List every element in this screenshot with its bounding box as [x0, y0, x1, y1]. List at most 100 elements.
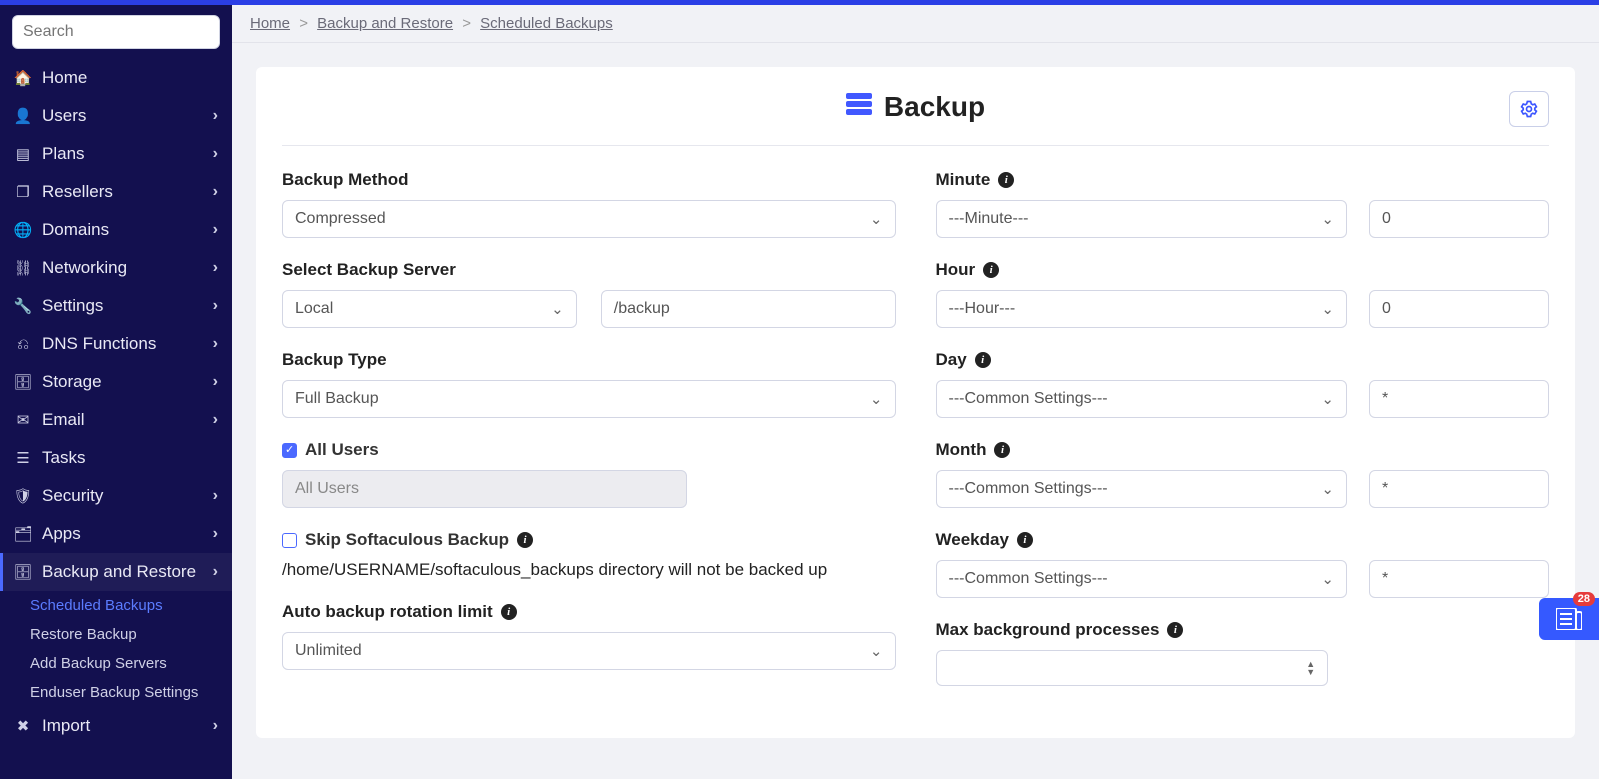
backup-server-label: Select Backup Server: [282, 260, 896, 280]
sidebar-item-apps[interactable]: 🗂 Apps ›: [0, 515, 232, 553]
info-icon[interactable]: i: [1167, 622, 1183, 638]
settings-button[interactable]: [1509, 91, 1549, 127]
select-value: Local: [295, 300, 333, 318]
sidebar-item-label: Home: [42, 68, 218, 88]
hour-input[interactable]: 0: [1369, 290, 1549, 328]
info-icon[interactable]: i: [983, 262, 999, 278]
chevron-right-icon: ›: [213, 525, 218, 543]
sidebar-item-label: Plans: [42, 144, 213, 164]
sidebar-item-plans[interactable]: ▤ Plans ›: [0, 135, 232, 173]
minute-label-text: Minute: [936, 170, 991, 190]
month-select[interactable]: ---Common Settings--- ⌄: [936, 470, 1348, 508]
sidebar-item-security[interactable]: 🛡 Security ›: [0, 477, 232, 515]
backup-type-select[interactable]: Full Backup ⌄: [282, 380, 896, 418]
all-users-input: All Users: [282, 470, 687, 508]
month-label: Month i: [936, 440, 1550, 460]
month-input[interactable]: *: [1369, 470, 1549, 508]
sidebar-item-storage[interactable]: 🗄 Storage ›: [0, 363, 232, 401]
sidebar-item-label: Backup and Restore: [42, 562, 213, 582]
chevron-right-icon: ›: [213, 335, 218, 353]
input-value: 0: [1382, 210, 1391, 228]
info-icon[interactable]: i: [517, 532, 533, 548]
minute-label: Minute i: [936, 170, 1550, 190]
card-backup: Backup Backup Method Compressed ⌄: [256, 67, 1575, 738]
chevron-down-icon: ⌄: [1321, 300, 1334, 318]
shield-icon: 🛡: [14, 487, 32, 505]
sidebar-item-domains[interactable]: 🌐 Domains ›: [0, 211, 232, 249]
breadcrumb-home[interactable]: Home: [250, 15, 290, 32]
subnav-scheduled-backups[interactable]: Scheduled Backups: [0, 591, 232, 620]
sidebar-item-backup[interactable]: 🗄 Backup and Restore ›: [0, 553, 232, 591]
breadcrumb-backup-restore[interactable]: Backup and Restore: [317, 15, 453, 32]
number-spinner-icon[interactable]: ▲▼: [1306, 660, 1315, 676]
info-icon[interactable]: i: [998, 172, 1014, 188]
backup-method-label: Backup Method: [282, 170, 896, 190]
maxbg-label: Max background processes i: [936, 620, 1550, 640]
sidebar-item-resellers[interactable]: ❐ Resellers ›: [0, 173, 232, 211]
rotation-select[interactable]: Unlimited ⌄: [282, 632, 896, 670]
backup-server-select[interactable]: Local ⌄: [282, 290, 577, 328]
chevron-right-icon: ›: [213, 183, 218, 201]
backup-path-input[interactable]: /backup: [601, 290, 896, 328]
sidebar-item-home[interactable]: 🏠 Home: [0, 59, 232, 97]
minute-select[interactable]: ---Minute--- ⌄: [936, 200, 1348, 238]
page-title: Backup: [846, 91, 985, 123]
skip-softaculous-checkbox[interactable]: [282, 533, 297, 548]
subnav-add-backup-servers[interactable]: Add Backup Servers: [0, 649, 232, 678]
weekday-input[interactable]: *: [1369, 560, 1549, 598]
search-input[interactable]: [12, 15, 220, 49]
sidebar-item-label: Security: [42, 486, 213, 506]
sidebar-item-dns[interactable]: ⎌ DNS Functions ›: [0, 325, 232, 363]
sidebar-item-import[interactable]: ✖ Import ›: [0, 707, 232, 745]
subnav-enduser-backup-settings[interactable]: Enduser Backup Settings: [0, 678, 232, 707]
wrench-icon: 🔧: [14, 297, 32, 315]
floating-news-widget[interactable]: 28: [1539, 598, 1599, 640]
input-value: /backup: [614, 300, 670, 318]
input-value: *: [1382, 570, 1388, 588]
maxbg-input[interactable]: ▲▼: [936, 650, 1329, 686]
mail-icon: ✉: [14, 411, 32, 429]
chevron-right-icon: ›: [213, 297, 218, 315]
breadcrumb-sep: >: [462, 15, 471, 32]
hour-select[interactable]: ---Hour--- ⌄: [936, 290, 1348, 328]
weekday-select[interactable]: ---Common Settings--- ⌄: [936, 560, 1348, 598]
subnav-restore-backup[interactable]: Restore Backup: [0, 620, 232, 649]
minute-input[interactable]: 0: [1369, 200, 1549, 238]
sidebar-item-label: Tasks: [42, 448, 218, 468]
info-icon[interactable]: i: [501, 604, 517, 620]
info-icon[interactable]: i: [975, 352, 991, 368]
sidebar-item-settings[interactable]: 🔧 Settings ›: [0, 287, 232, 325]
input-value: 0: [1382, 300, 1391, 318]
apps-icon: 🗂: [14, 525, 32, 543]
home-icon: 🏠: [14, 69, 32, 87]
sidebar-item-label: Storage: [42, 372, 213, 392]
chevron-right-icon: ›: [213, 563, 218, 581]
all-users-checkbox[interactable]: [282, 443, 297, 458]
day-select[interactable]: ---Common Settings--- ⌄: [936, 380, 1348, 418]
input-value: *: [1382, 390, 1388, 408]
day-label-text: Day: [936, 350, 967, 370]
chevron-down-icon: ⌄: [1321, 570, 1334, 588]
sidebar-item-label: Email: [42, 410, 213, 430]
sidebar-item-users[interactable]: 👤 Users ›: [0, 97, 232, 135]
backup-title-icon: [846, 93, 872, 122]
info-icon[interactable]: i: [1017, 532, 1033, 548]
sidebar-item-tasks[interactable]: ☰ Tasks: [0, 439, 232, 477]
sidebar-item-networking[interactable]: ⛓ Networking ›: [0, 249, 232, 287]
main-content: Home > Backup and Restore > Scheduled Ba…: [232, 5, 1599, 779]
chevron-right-icon: ›: [213, 259, 218, 277]
sidebar-item-email[interactable]: ✉ Email ›: [0, 401, 232, 439]
storage-icon: 🗄: [14, 373, 32, 391]
select-value: Unlimited: [295, 642, 362, 660]
resellers-icon: ❐: [14, 183, 32, 201]
network-icon: ⛓: [14, 259, 32, 277]
sidebar-item-label: Domains: [42, 220, 213, 240]
day-input[interactable]: *: [1369, 380, 1549, 418]
breadcrumb-scheduled-backups[interactable]: Scheduled Backups: [480, 15, 613, 32]
chevron-down-icon: ⌄: [1321, 390, 1334, 408]
info-icon[interactable]: i: [994, 442, 1010, 458]
backup-method-select[interactable]: Compressed ⌄: [282, 200, 896, 238]
select-value: ---Common Settings---: [949, 570, 1108, 588]
sidebar-item-label: Settings: [42, 296, 213, 316]
sidebar-item-label: Users: [42, 106, 213, 126]
